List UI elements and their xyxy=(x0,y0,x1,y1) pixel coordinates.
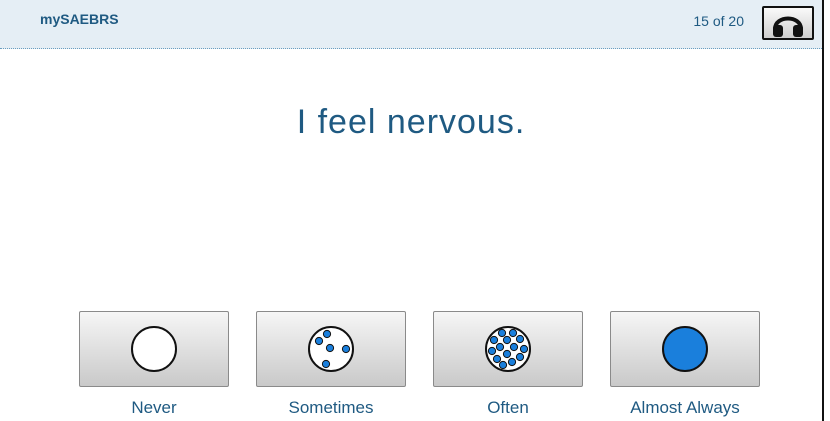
choice-sometimes-label[interactable]: Sometimes xyxy=(241,398,421,418)
empty-circle-icon xyxy=(131,326,177,372)
few-dots-circle-icon xyxy=(308,326,354,372)
many-dots-circle-icon xyxy=(485,326,531,372)
app-title: mySAEBRS xyxy=(40,11,119,27)
header-bar: mySAEBRS 15 of 20 xyxy=(0,0,822,49)
survey-screen: mySAEBRS 15 of 20 I feel nervous. Never … xyxy=(0,0,824,421)
choice-often-label[interactable]: Often xyxy=(418,398,598,418)
choice-almost-always-label[interactable]: Almost Always xyxy=(595,398,775,418)
question-text: I feel nervous. xyxy=(296,103,526,141)
audio-button[interactable] xyxy=(762,6,814,40)
choice-almost-always-button[interactable] xyxy=(610,311,760,387)
choice-never-label[interactable]: Never xyxy=(64,398,244,418)
choice-sometimes-button[interactable] xyxy=(256,311,406,387)
progress-indicator: 15 of 20 xyxy=(693,13,744,29)
filled-circle-icon xyxy=(662,326,708,372)
headphones-icon xyxy=(773,16,803,37)
choice-never-button[interactable] xyxy=(79,311,229,387)
choice-often-button[interactable] xyxy=(433,311,583,387)
